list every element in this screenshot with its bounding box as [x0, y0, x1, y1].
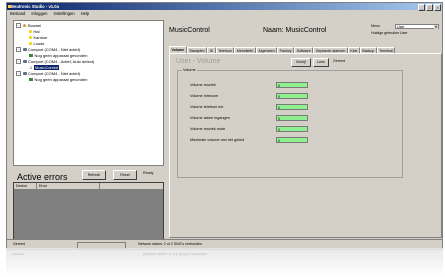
volume-telefoon-bel-field[interactable]: 0: [276, 104, 308, 110]
reflection-status: Gereed: [12, 252, 24, 256]
maximale-volume-label: Maximale volume van het geluid: [190, 138, 245, 142]
tree-item-kantoor[interactable]: Kantoor: [29, 35, 48, 40]
tree-item-device[interactable]: Nog geen apparaat gevonden: [29, 77, 87, 82]
tree-item-label: Hal: [33, 29, 40, 34]
port-icon: [22, 48, 27, 51]
device-tree[interactable]: − Bouwel Hal Kantoor Loods − Comport (CO…: [13, 20, 164, 166]
menu-bestand[interactable]: Bestand: [10, 10, 25, 17]
volume-muziek-label: Volume muziek: [190, 83, 216, 87]
collapse-icon[interactable]: −: [16, 47, 21, 52]
tree-item-label: Nog geen apparaat gevonden: [34, 53, 88, 58]
app-window: Beutronic Studio - v1.0a _ □ × Bestand I…: [6, 2, 443, 250]
tree-item-label: Comport (COM4 - Niet actief): [28, 71, 81, 76]
errors-status: Ready: [143, 171, 154, 175]
volume-intercom-field[interactable]: 0: [276, 93, 308, 99]
maximale-volume-field[interactable]: 0: [276, 137, 308, 143]
window-title: Beutronic Studio - v1.0a: [11, 4, 59, 9]
errors-table[interactable]: Device Error: [13, 182, 164, 240]
column-error[interactable]: Error: [37, 183, 100, 189]
device-panel: MusicControl Naam: MusicControl Menu Use…: [169, 18, 442, 238]
tree-item-label: Loods: [33, 41, 45, 46]
volume-telefoon-bel-label: Volume telefoon bel: [190, 105, 224, 109]
panel-status: Gereed: [333, 59, 345, 63]
network-status: Network status: 2 of 2 SNG's verbonden: [138, 242, 203, 246]
chevron-down-icon[interactable]: ▼: [434, 25, 438, 29]
volume-intercom-label: Volume intercom: [190, 94, 219, 98]
tree-item-musiccontrol[interactable]: ♫ MusicControl: [29, 65, 60, 70]
tree-item-hal[interactable]: Hal: [29, 29, 40, 34]
errors-table-header: Device Error: [14, 183, 163, 190]
tree-item-comport[interactable]: − Comport (COM4 - Niet actief): [16, 71, 80, 76]
active-errors-title: Active errors: [17, 172, 68, 182]
tree-item-bouwel[interactable]: − Bouwel: [16, 23, 41, 28]
bulb-icon: [29, 29, 32, 34]
reset-button[interactable]: Reset: [113, 170, 137, 180]
active-errors-panel: Active errors Refresh Reset Ready Device…: [13, 169, 164, 240]
tree-item-label: Nog geen apparaat gevonden: [34, 77, 88, 82]
port-icon: [22, 60, 27, 63]
menu-select[interactable]: User ▼: [395, 24, 439, 29]
tree-item-label: MusicControl: [33, 65, 60, 70]
device-icon: [29, 54, 33, 57]
house-icon: [22, 23, 27, 28]
groupbox-title: Volume: [182, 68, 197, 72]
bulb-icon: [29, 35, 32, 40]
tree-item-label: Kantoor: [33, 35, 48, 40]
refresh-button[interactable]: Refresh: [82, 170, 106, 180]
tree-item-comport[interactable]: − Comport (COM4 - Niet actief): [16, 47, 80, 52]
panel-title: User - Volume: [176, 58, 221, 65]
volume-alarm-ingangen-label: Volume alarm ingangen: [190, 116, 230, 120]
music-icon: ♫: [29, 65, 33, 70]
tree-item-loods[interactable]: Loods: [29, 41, 44, 46]
tree-item-label: Bouwel: [28, 23, 42, 28]
window-reflection: Gereed Network status: 2 of 2 SNG's verb…: [6, 248, 443, 277]
status-text: Gereed: [13, 242, 25, 246]
lees-button[interactable]: Lees: [313, 58, 329, 67]
volume-muziek-field[interactable]: 0: [276, 82, 308, 88]
volume-tab-panel: User - Volume Schrijf Lees Gereed Volume…: [169, 53, 442, 238]
title-bar: Beutronic Studio - v1.0a _ □ ×: [7, 3, 442, 11]
column-device[interactable]: Device: [14, 183, 37, 189]
collapse-icon[interactable]: −: [16, 71, 21, 76]
menu-select-value: User: [397, 25, 405, 29]
device-icon: [29, 78, 33, 81]
tab-bar: Volume Stautpfen ID Telefoon Melodieën A…: [169, 46, 442, 55]
menu-instellingen[interactable]: Instellingen: [53, 10, 74, 17]
tree-item-comport[interactable]: − Comport (COM4 - Actief, Auto detect): [16, 59, 94, 64]
tree-item-device[interactable]: Nog geen apparaat gevonden: [29, 53, 87, 58]
menu-label: Menu: [371, 24, 380, 28]
menu-help[interactable]: Help: [81, 10, 90, 17]
collapse-icon[interactable]: −: [16, 23, 21, 28]
schrijf-button[interactable]: Schrijf: [291, 58, 311, 67]
tree-item-label: Comport (COM4 - Niet actief): [28, 47, 81, 52]
volume-muziek-mute-field[interactable]: 0: [276, 126, 308, 132]
device-title: MusicControl: [169, 27, 210, 34]
bulb-icon: [29, 41, 32, 46]
menu-bar: Bestand Inloggen Instellingen Help: [7, 10, 442, 17]
port-icon: [22, 72, 27, 75]
collapse-icon[interactable]: −: [16, 59, 21, 64]
current-user-label: Huidige gebruiker: [371, 31, 400, 35]
current-user-value: User: [400, 31, 408, 35]
device-name: Naam: MusicControl: [263, 27, 327, 34]
volume-muziek-mute-label: Volume muziek mute: [190, 127, 226, 131]
volume-groupbox: Volume Volume muziek 0 Volume intercom 0…: [177, 68, 403, 178]
reflection-network: Network status: 2 of 2 SNG's verbonden: [143, 252, 208, 256]
menu-inloggen[interactable]: Inloggen: [31, 10, 47, 17]
tree-item-label: Comport (COM4 - Actief, Auto detect): [28, 59, 95, 64]
volume-alarm-ingangen-field[interactable]: 0: [276, 115, 308, 121]
